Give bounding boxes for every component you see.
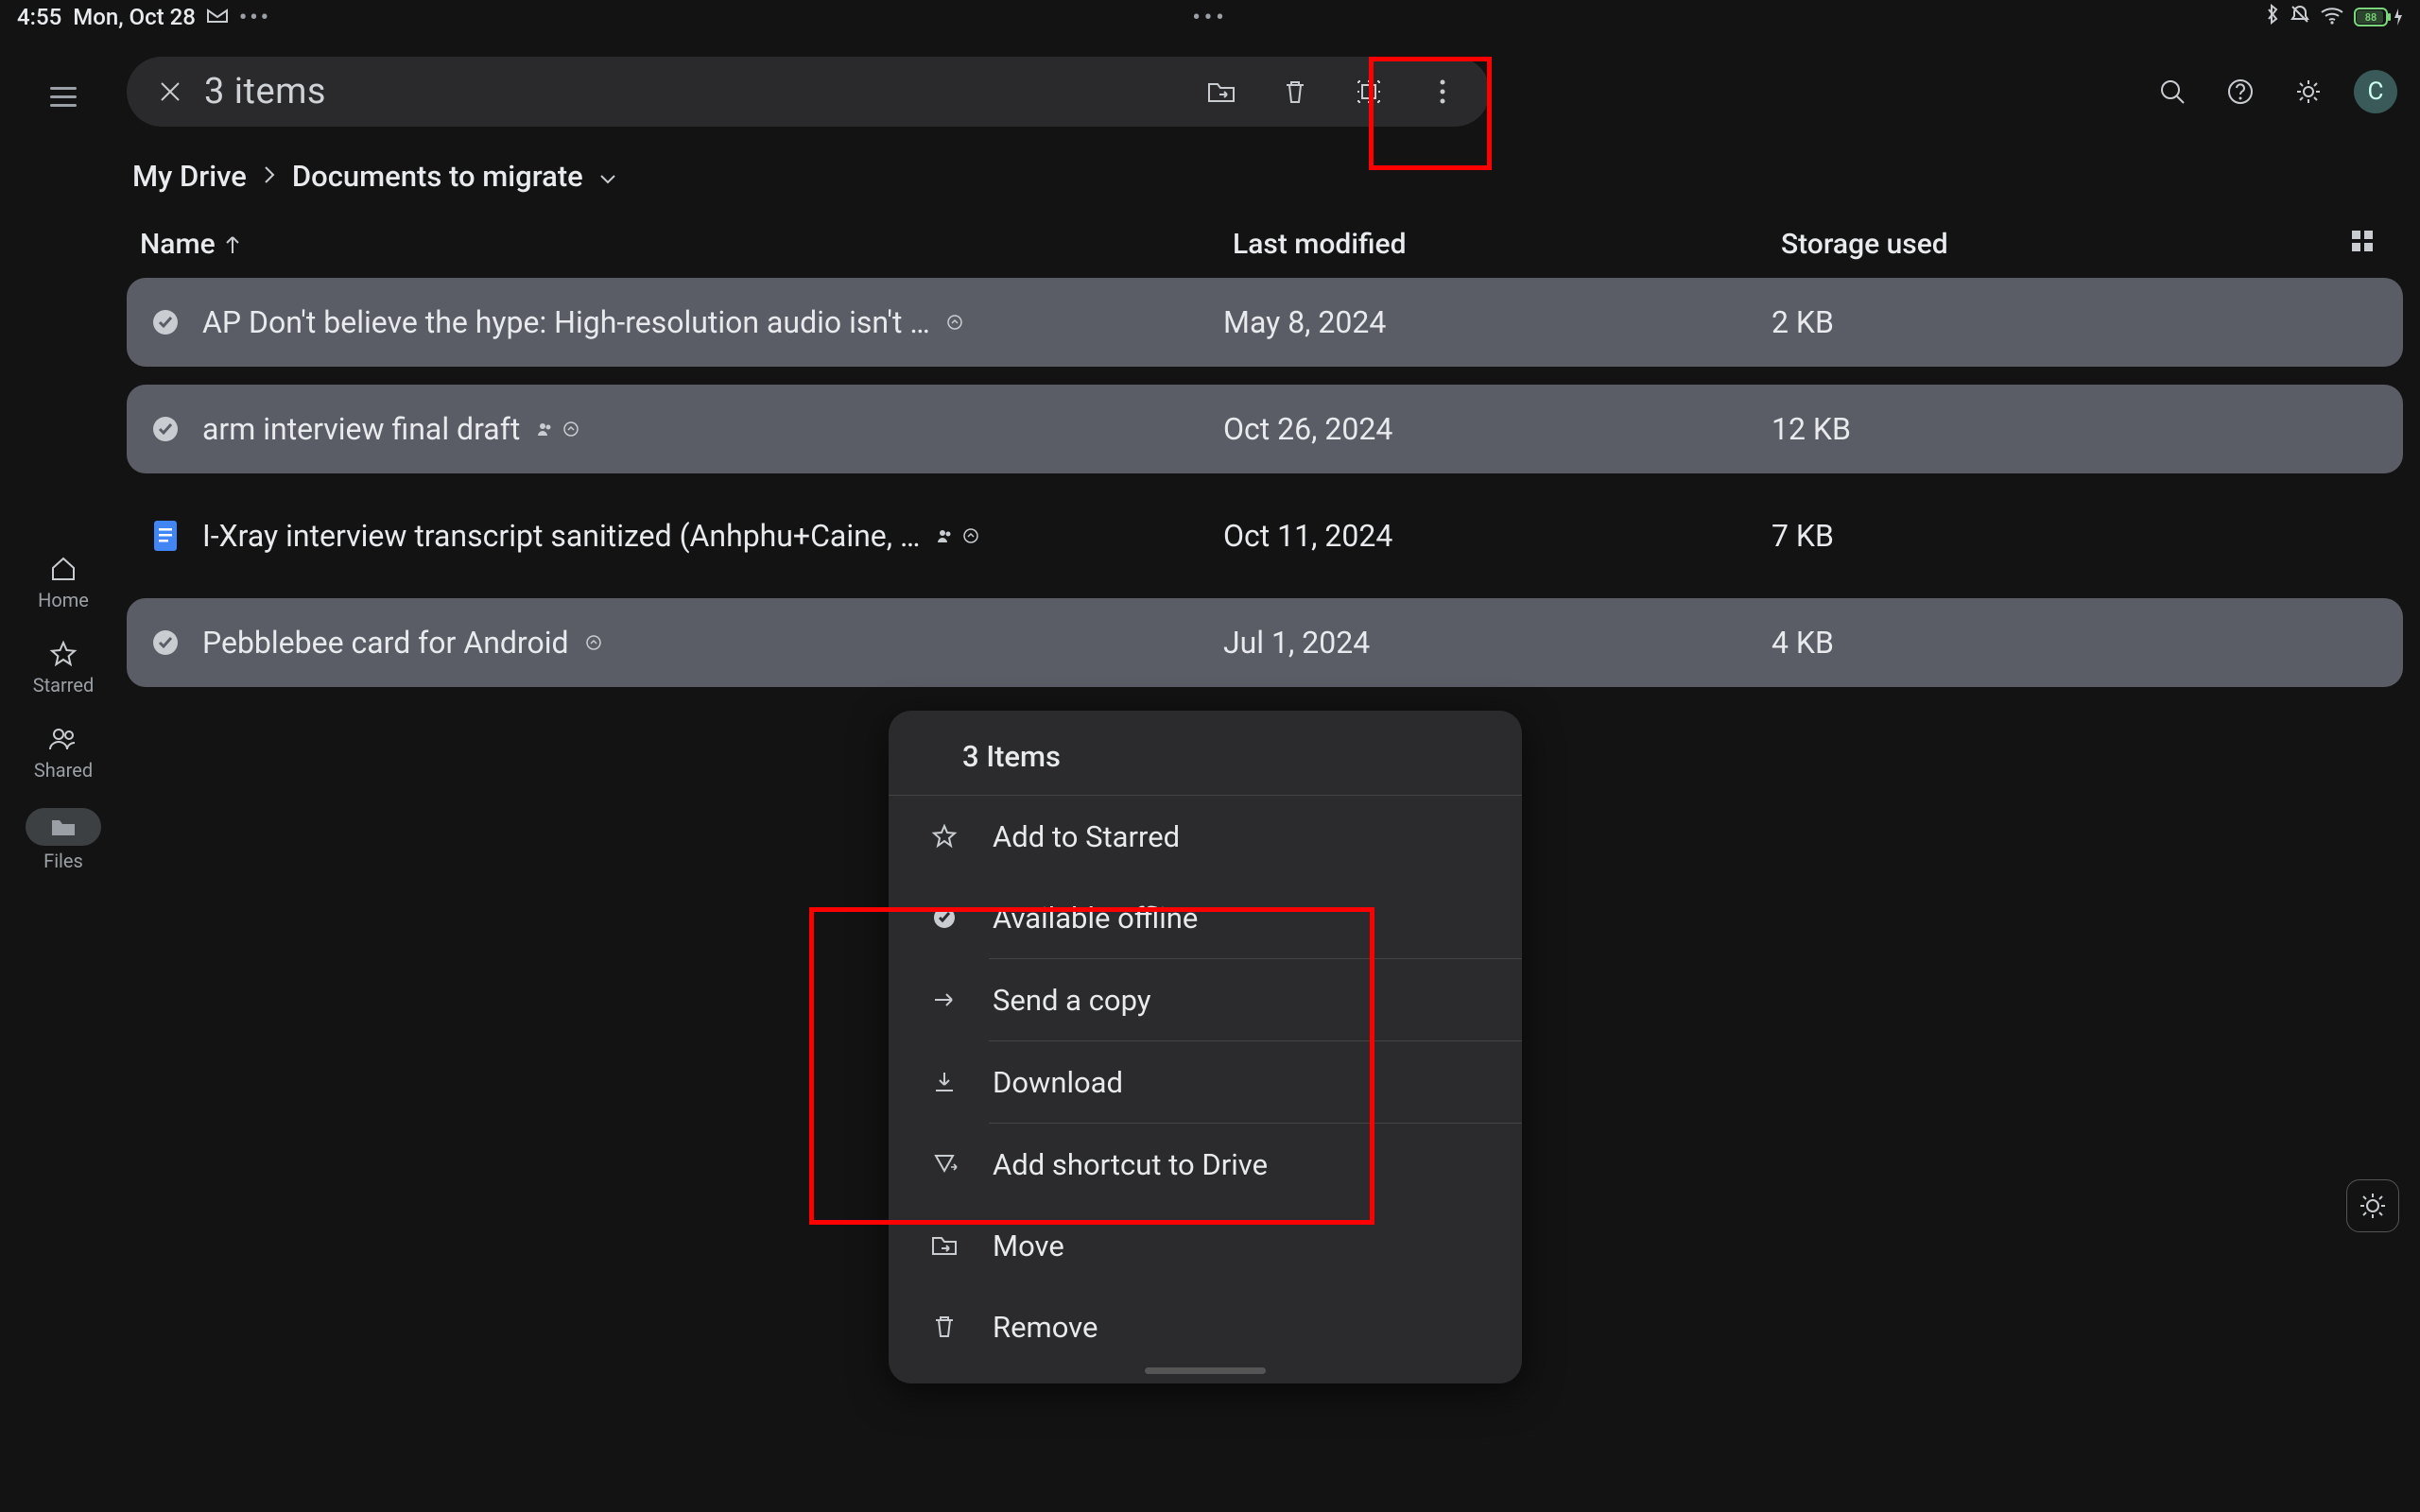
move-to-button[interactable] [1199,69,1244,114]
delete-button[interactable] [1272,69,1318,114]
menu-icon[interactable] [50,87,77,107]
brightness-fab[interactable] [2346,1179,2399,1232]
menu-item-shortcut[interactable]: Add shortcut to Drive [889,1124,1522,1205]
selection-bar: 3 items [127,57,1490,127]
file-row[interactable]: I-Xray interview transcript sanitized (A… [127,491,2403,580]
sidebar-item-shared[interactable]: Shared [34,723,93,782]
menu-item-download[interactable]: Download [889,1041,1522,1123]
clock: 4:55 [17,4,61,30]
search-button[interactable] [2150,69,2195,114]
file-row[interactable]: Pebblebee card for AndroidJul 1, 20244 K… [127,598,2403,687]
file-size: 7 KB [1772,518,2403,554]
file-size: 12 KB [1772,411,2403,447]
file-size: 4 KB [1772,625,2403,661]
selection-count: 3 items [204,71,1199,112]
bluetooth-icon [2265,4,2280,30]
menu-item-label: Download [993,1065,1123,1100]
file-name: AP Don't believe the hype: High-resoluti… [202,304,1223,340]
file-modified: Oct 11, 2024 [1223,518,1772,554]
menu-item-label: Send a copy [993,983,1151,1018]
file-modified: May 8, 2024 [1223,304,1772,340]
menu-title: 3 Items [889,711,1522,796]
selected-check-icon [147,411,183,447]
sidebar-item-label: Files [43,850,83,872]
breadcrumb: My Drive Documents to migrate [132,159,2403,194]
drag-handle[interactable] [1145,1367,1266,1374]
chevron-right-icon [262,159,277,194]
breadcrumb-current[interactable]: Documents to migrate [292,159,583,194]
menu-item-send[interactable]: Send a copy [889,959,1522,1040]
sidebar-item-label: Home [38,589,89,611]
file-name: Pebblebee card for Android [202,625,1223,661]
col-modified[interactable]: Last modified [1233,228,1781,261]
star-icon [928,824,960,849]
menu-item-move[interactable]: Move [889,1205,1522,1286]
offline-icon [928,905,960,930]
more-options-button[interactable] [1420,69,1465,114]
select-all-button[interactable] [1346,69,1392,114]
notch-dots: ••• [1192,4,1227,30]
sidebar-item-starred[interactable]: Starred [33,638,95,696]
grid-view-button[interactable] [2350,228,2375,261]
file-name: I-Xray interview transcript sanitized (A… [202,518,1223,554]
home-icon [47,553,79,585]
dnd-icon [2290,4,2310,30]
sort-asc-icon [223,234,242,255]
file-name: arm interview final draft [202,411,1223,447]
download-icon [928,1070,960,1094]
status-bar: 4:55 Mon, Oct 28 ••• ••• 88 [0,0,2420,34]
file-modified: Oct 26, 2024 [1223,411,1772,447]
menu-item-star[interactable]: Add to Starred [889,796,1522,877]
close-selection-button[interactable] [147,69,193,114]
wifi-icon [2320,4,2344,30]
move-icon [928,1233,960,1258]
gmail-icon [207,4,228,30]
menu-item-label: Add shortcut to Drive [993,1147,1268,1182]
context-menu: 3 Items Add to Starred Available offline S… [889,711,1522,1383]
menu-item-label: Remove [993,1310,1098,1345]
doc-icon [147,518,183,554]
sidebar-item-label: Starred [33,674,95,696]
sidebar-item-home[interactable]: Home [38,553,89,611]
file-list: AP Don't believe the hype: High-resoluti… [127,278,2403,687]
sidebar: Home Starred Shared Files [0,34,127,1512]
chevron-down-icon[interactable] [598,159,617,194]
menu-item-label: Add to Starred [993,819,1180,854]
menu-item-label: Available offline [993,901,1198,936]
col-name[interactable]: Name [136,228,1233,261]
help-button[interactable] [2218,69,2263,114]
settings-button[interactable] [2286,69,2331,114]
breadcrumb-root[interactable]: My Drive [132,159,247,194]
file-row[interactable]: AP Don't believe the hype: High-resoluti… [127,278,2403,367]
menu-item-label: Move [993,1228,1064,1263]
sidebar-item-label: Shared [34,759,93,782]
battery-icon: 88 [2354,8,2403,26]
folder-icon [47,811,79,843]
people-icon [47,723,79,755]
more-status-icon: ••• [239,4,271,30]
account-avatar[interactable]: C [2354,70,2397,113]
menu-item-offline[interactable]: Available offline [889,877,1522,958]
menu-item-trash[interactable]: Remove [889,1286,1522,1367]
shortcut-icon [928,1152,960,1177]
file-modified: Jul 1, 2024 [1223,625,1772,661]
date: Mon, Oct 28 [73,4,196,30]
column-headers: Name Last modified Storage used [127,215,2403,274]
selected-check-icon [147,304,183,340]
selected-check-icon [147,625,183,661]
file-row[interactable]: arm interview final draftOct 26, 202412 … [127,385,2403,473]
trash-icon [928,1314,960,1340]
col-size[interactable]: Storage used [1781,228,2350,261]
send-icon [928,989,960,1010]
file-size: 2 KB [1772,304,2403,340]
sidebar-item-files[interactable]: Files [26,808,101,872]
battery-pct: 88 [2365,11,2377,24]
star-icon [47,638,79,670]
